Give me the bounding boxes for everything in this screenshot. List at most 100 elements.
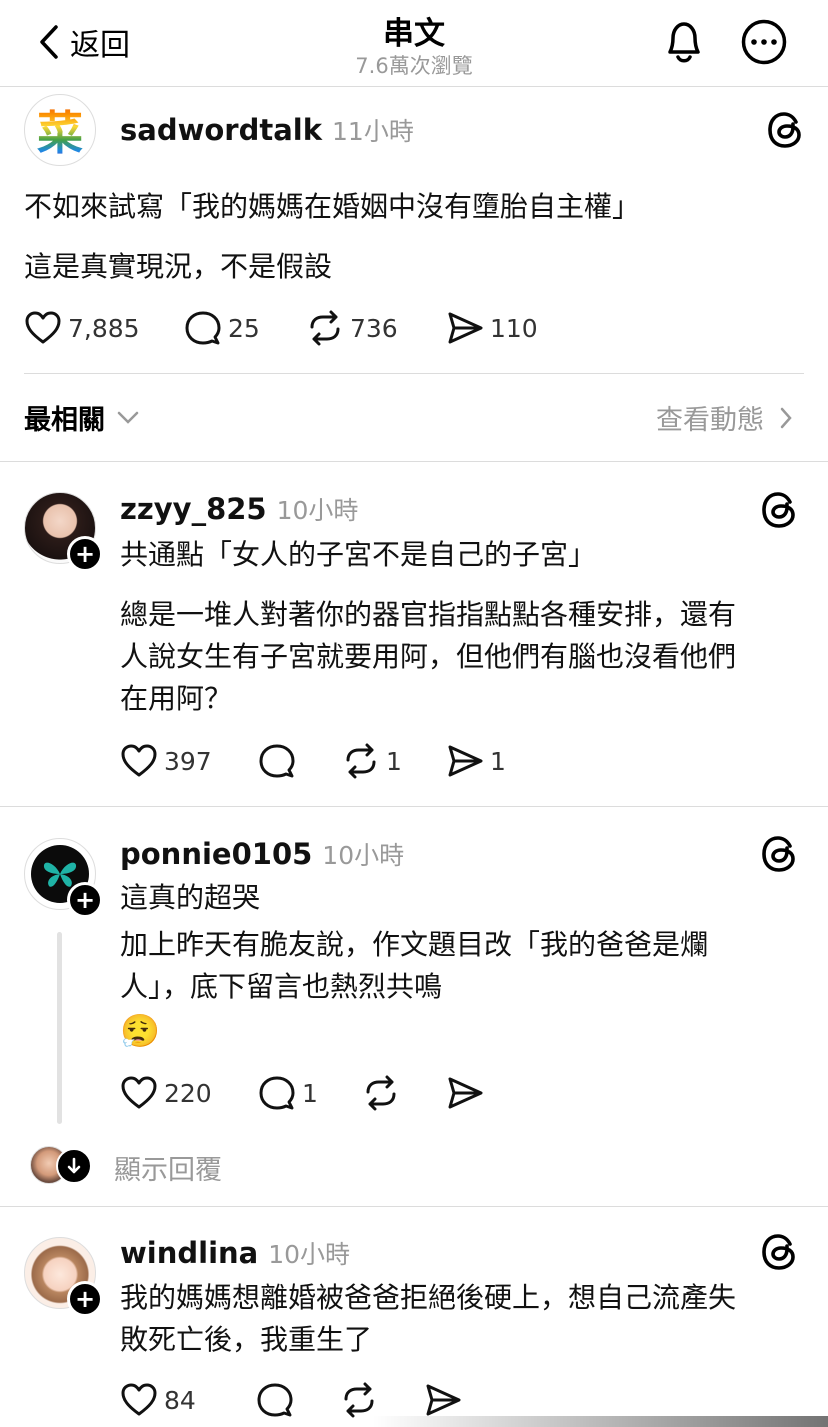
share-button[interactable]: 1 [446, 742, 536, 780]
threads-icon [762, 492, 795, 528]
username[interactable]: zzyy_825 [120, 492, 267, 526]
like-button[interactable]: 7,885 [24, 309, 184, 347]
post-time: 11小時 [332, 117, 414, 146]
post-author[interactable]: sadwordtalk 11小時 [120, 112, 414, 148]
comment-button[interactable]: 25 [184, 309, 306, 347]
send-icon [448, 1077, 483, 1109]
repost-button[interactable] [340, 1381, 424, 1419]
repost-icon [366, 1075, 396, 1111]
avatar-char: 菜 [37, 97, 83, 163]
repost-button[interactable] [362, 1074, 446, 1112]
repost-button[interactable]: 736 [306, 309, 446, 347]
threads-logo-button[interactable] [760, 834, 800, 878]
sort-label: 最相關 [24, 405, 105, 436]
heart-icon [121, 1076, 157, 1109]
reply-actions: 397 1 1 [120, 741, 536, 781]
comment-button[interactable] [258, 742, 342, 780]
reply-line-2: 加上昨天有脆友說，作文題目改「我的爸爸是爛 [120, 928, 709, 961]
comment-icon [259, 1076, 295, 1110]
like-button[interactable]: 220 [120, 1074, 258, 1112]
reply-actions: 220 1 [120, 1073, 506, 1113]
reply-author[interactable]: ponnie0105 10小時 [120, 836, 404, 872]
like-count: 7,885 [68, 313, 140, 343]
comment-count: 25 [228, 313, 260, 343]
more-options-button[interactable] [741, 19, 787, 69]
send-icon [426, 1384, 461, 1416]
reply-author[interactable]: zzyy_825 10小時 [120, 491, 358, 527]
chevron-down-icon [117, 411, 139, 424]
share-button[interactable]: 110 [446, 309, 566, 347]
repost-icon [310, 310, 340, 346]
repost-icon [346, 743, 376, 779]
reply-line-2: 總是一堆人對著你的器官指指點點各種安排，還有 [120, 598, 737, 631]
threads-icon [768, 112, 801, 148]
repost-icon [344, 1382, 374, 1418]
reply-emoji: 😮‍💨 [120, 1012, 160, 1050]
post-line-1: 不如來試寫「我的媽媽在婚姻中沒有墮胎自主權」 [24, 190, 641, 223]
section-divider [0, 461, 828, 462]
threads-logo-button[interactable] [766, 110, 806, 154]
plus-icon: + [74, 540, 96, 568]
send-icon [448, 312, 483, 344]
follow-button[interactable]: + [67, 1281, 103, 1317]
username[interactable]: ponnie0105 [120, 837, 312, 871]
comment-button[interactable]: 1 [258, 1074, 362, 1112]
threads-logo-button[interactable] [760, 1232, 800, 1276]
reply-line-2: 敗死亡後，我重生了 [120, 1323, 373, 1356]
threads-icon [762, 836, 795, 872]
butterfly-icon [43, 862, 77, 887]
share-button[interactable] [424, 1381, 484, 1419]
heart-icon [121, 744, 157, 777]
avatar[interactable]: 菜 [24, 94, 96, 166]
share-button[interactable] [446, 1074, 506, 1112]
like-button[interactable]: 84 [120, 1381, 256, 1419]
reply-author[interactable]: windlina 10小時 [120, 1235, 350, 1271]
username[interactable]: windlina [120, 1236, 258, 1270]
repost-count: 1 [386, 746, 402, 776]
reply-divider [0, 806, 828, 807]
view-activity-link[interactable]: 查看動態 [656, 398, 792, 437]
sort-dropdown[interactable]: 最相關 [24, 398, 139, 437]
post-line-2: 這是真實現況，不是假設 [24, 250, 333, 283]
plus-icon: + [74, 1285, 96, 1313]
heart-icon [25, 311, 61, 344]
thread-line [57, 932, 62, 1124]
reply-actions: 84 [120, 1380, 484, 1420]
reply-time: 10小時 [268, 1240, 351, 1269]
comment-count: 1 [302, 1078, 318, 1108]
repost-count: 736 [350, 313, 398, 343]
follow-button[interactable]: + [67, 536, 103, 572]
like-count: 220 [164, 1078, 212, 1108]
post-divider [24, 373, 804, 374]
expand-replies-button[interactable] [56, 1148, 92, 1184]
reply-line-4: 在用阿？ [120, 682, 233, 715]
username[interactable]: sadwordtalk [120, 113, 322, 147]
reply-line-1: 這真的超哭 [120, 881, 261, 914]
plus-icon: + [74, 886, 96, 914]
header-divider [0, 86, 828, 87]
comment-icon [185, 311, 221, 345]
reply-time: 10小時 [322, 841, 405, 870]
reply-line-1: 共通點「女人的子宮不是自己的子宮」 [120, 538, 597, 571]
notification-bell-button[interactable] [662, 18, 706, 70]
reply-line-1: 我的媽媽想離婚被爸爸拒絕後硬上，想自己流產失 [120, 1281, 737, 1314]
comment-button[interactable] [256, 1381, 340, 1419]
chevron-right-icon [780, 407, 792, 428]
show-replies-link[interactable]: 顯示回覆 [114, 1148, 222, 1187]
comment-icon [259, 744, 295, 778]
share-count: 110 [490, 313, 538, 343]
more-horizontal-icon [741, 19, 787, 65]
like-count: 397 [164, 746, 212, 776]
follow-button[interactable]: + [67, 882, 103, 918]
repost-button[interactable]: 1 [342, 742, 446, 780]
arrow-down-icon [67, 1157, 81, 1174]
share-count: 1 [490, 746, 506, 776]
heart-icon [121, 1383, 157, 1416]
post-actions: 7,885 25 736 110 [24, 308, 566, 348]
bottom-bar-shadow [0, 1416, 828, 1427]
activity-label: 查看動態 [656, 405, 764, 436]
threads-icon [762, 1234, 795, 1270]
like-button[interactable]: 397 [120, 742, 258, 780]
send-icon [448, 745, 483, 777]
threads-logo-button[interactable] [760, 490, 800, 534]
